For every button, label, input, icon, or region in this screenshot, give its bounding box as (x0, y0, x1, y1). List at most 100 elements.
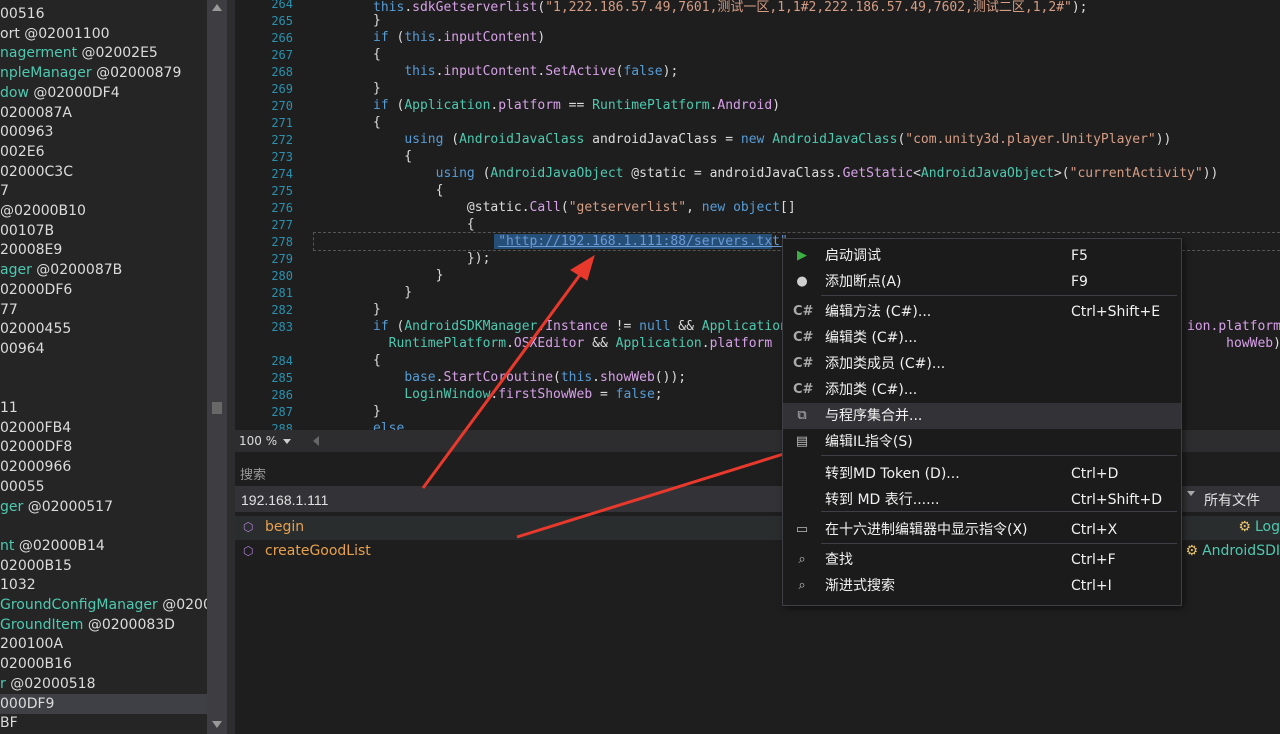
line-number: 268 (271, 65, 293, 79)
code-line[interactable]: else (373, 421, 404, 430)
code-line[interactable]: this.inputContent.SetActive(false); (373, 64, 678, 79)
code-line[interactable]: } (373, 81, 381, 96)
tree-item[interactable]: nt @02000B14 (0, 536, 105, 556)
tree-item[interactable]: ager @0200087B (0, 260, 122, 280)
menu-item[interactable]: 转到 MD 表行...... Ctrl+Shift+D (783, 487, 1181, 513)
menu-item[interactable]: ▤ 编辑IL指令(S) (783, 429, 1181, 455)
menu-item[interactable]: 转到MD Token (D)... Ctrl+D (783, 461, 1181, 487)
code-line[interactable]: "http://192.168.1.111:88/servers.txt" (373, 234, 788, 249)
tree-item-label: 02000966 (0, 459, 72, 476)
result-location-text: Log (1254, 519, 1280, 535)
code-line[interactable]: } (373, 13, 381, 28)
menu-item[interactable]: ● 添加断点(A) F9 (783, 269, 1181, 295)
code-line[interactable]: if (this.inputContent) (373, 30, 545, 45)
tree-item-label: @0200083D (83, 616, 175, 633)
tree-scrollbar[interactable] (207, 0, 227, 734)
code-line[interactable]: } (373, 404, 381, 419)
breakpoint-icon: ● (796, 274, 808, 289)
chevron-down-icon[interactable] (1187, 491, 1195, 496)
tree-item[interactable]: ort @02001100 (0, 24, 110, 44)
code-line[interactable]: using (AndroidJavaObject @static = andro… (373, 166, 1219, 181)
code-line[interactable]: @static.Call("getserverlist", new object… (373, 200, 796, 215)
code-line[interactable]: this.sdkGetserverlist("1,222.186.57.49,7… (373, 0, 1088, 15)
tree-item[interactable]: 02000B15 (0, 556, 72, 576)
tree-item-label: 00055 (0, 478, 45, 495)
zoom-select[interactable]: 100 % (239, 433, 292, 449)
line-number: 266 (271, 31, 293, 45)
menu-item[interactable]: ⌕ 渐进式搜索 Ctrl+I (783, 573, 1181, 599)
chevron-down-icon (283, 439, 292, 444)
tree-item[interactable]: 02000C3C (0, 162, 73, 182)
menu-item[interactable]: C# 添加类成员 (C#)... (783, 351, 1181, 377)
tree-item[interactable]: GroundItem @0200083D (0, 615, 175, 635)
scroll-down-icon[interactable] (212, 721, 222, 728)
tree-item[interactable]: 77 (0, 300, 18, 320)
search-scope-select[interactable]: 所有文件 (1204, 490, 1260, 510)
result-location-text: AndroidSDI (1202, 543, 1280, 559)
menu-item[interactable]: C# 编辑方法 (C#)... Ctrl+Shift+E (783, 299, 1181, 325)
tree-item-label: 0200087A (0, 104, 72, 121)
tree-item[interactable]: 02000455 (0, 319, 71, 339)
scroll-up-icon[interactable] (212, 4, 222, 11)
class-icon: ⚙ (1238, 519, 1251, 535)
menu-item[interactable]: ▶ 启动调试 F5 (783, 243, 1181, 269)
menu-item[interactable]: ⌕ 查找 Ctrl+F (783, 547, 1181, 573)
menu-item[interactable]: ▭ 在十六进制编辑器中显示指令(X) Ctrl+X (783, 517, 1181, 543)
tree-item[interactable]: 02000DF8 (0, 437, 72, 457)
assembly-tree[interactable]: 00516 ort @02001100 nagerment @02002E5 nple… (0, 0, 207, 734)
menu-item[interactable]: ⧉ 与程序集合并... (783, 403, 1181, 429)
tree-item[interactable]: 02000FB4 (0, 418, 71, 438)
code-line[interactable]: } (373, 302, 381, 317)
tree-item[interactable]: 7 (0, 181, 9, 201)
code-line[interactable]: } (373, 268, 444, 283)
tree-item[interactable]: GroundConfigManager @0200 (0, 595, 207, 615)
code-line[interactable]: } (373, 285, 412, 300)
tree-item[interactable]: BF (0, 713, 18, 733)
panel-splitter[interactable] (227, 0, 235, 734)
menu-item[interactable]: C# 编辑类 (C#)... (783, 325, 1181, 351)
tree-item-label: 002E6 (0, 143, 45, 160)
tree-item[interactable]: 1032 (0, 575, 36, 595)
tree-item[interactable]: 00516 (0, 4, 45, 24)
tree-item[interactable]: 002E6 (0, 142, 44, 162)
tree-item[interactable]: 02000966 (0, 457, 71, 477)
tree-item[interactable]: 00055 (0, 477, 45, 497)
tree-item[interactable]: nagerment @02002E5 (0, 43, 158, 63)
code-line[interactable]: { (373, 115, 381, 130)
code-line[interactable]: { (373, 217, 475, 232)
tree-item[interactable]: 11 (0, 398, 18, 418)
tree-item[interactable]: 20008E9 (0, 240, 62, 260)
scroll-thumb[interactable] (212, 402, 222, 414)
tree-item-type: npleManager (0, 65, 92, 82)
code-line[interactable]: using (AndroidJavaClass androidJavaClass… (373, 132, 1171, 147)
tree-item[interactable]: 200100A (0, 634, 63, 654)
tree-item[interactable]: 0200087A (0, 103, 72, 123)
code-line[interactable]: LoginWindow.firstShowWeb = false; (373, 387, 662, 402)
tree-item[interactable]: 00964 (0, 339, 45, 359)
tree-item[interactable]: 00107B (0, 221, 54, 241)
tree-item[interactable]: 02000B16 (0, 654, 72, 674)
code-line[interactable]: }); (373, 251, 491, 266)
tree-item[interactable]: @02000B10 (0, 201, 86, 221)
code-line[interactable]: { (373, 47, 381, 62)
code-line[interactable]: { (373, 353, 381, 368)
tree-item[interactable]: ger @02000517 (0, 497, 113, 517)
search-input[interactable] (239, 489, 783, 511)
tree-item[interactable]: 000DF9 (0, 693, 207, 714)
scroll-left-icon[interactable] (313, 436, 319, 446)
tree-item[interactable]: 02000DF6 (0, 280, 72, 300)
menu-item-shortcut: Ctrl+D (1071, 466, 1119, 482)
tree-item[interactable]: 000963 (0, 122, 53, 142)
csharp-icon: C# (793, 356, 814, 371)
tree-item[interactable]: npleManager @02000879 (0, 63, 181, 83)
line-number: 264 (271, 0, 293, 11)
code-line[interactable]: { (373, 149, 412, 164)
tree-item[interactable]: dow @02000DF4 (0, 83, 120, 103)
tree-item-label: 77 (0, 301, 18, 318)
code-line[interactable]: { (373, 183, 444, 198)
tree-item[interactable]: r @02000518 (0, 674, 95, 694)
code-line[interactable]: base.StartCoroutine(this.showWeb()); (373, 370, 686, 385)
merge-icon: ⧉ (797, 408, 807, 423)
menu-item[interactable]: C# 添加类 (C#)... (783, 377, 1181, 403)
code-line[interactable]: if (Application.platform == RuntimePlatf… (373, 98, 780, 113)
